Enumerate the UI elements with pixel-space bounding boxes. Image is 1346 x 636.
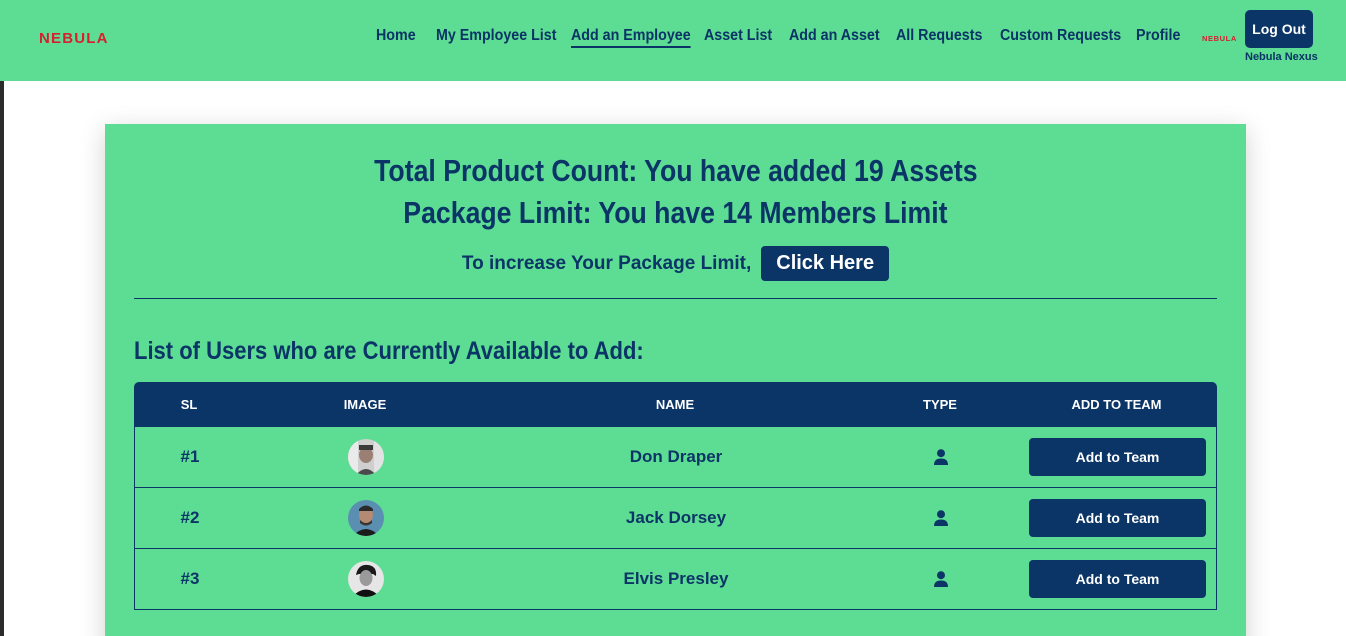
type-cell [865,427,1017,487]
product-count-text: Total Product Count: You have added 19 A… [373,153,978,188]
user-icon [934,510,948,526]
user-name: Jack Dorsey [625,508,727,527]
table-header: SL IMAGE NAME TYPE ADD TO TEAM [134,382,1217,427]
avatar-cell [245,549,487,609]
type-cell [865,549,1017,609]
row-serial: #2 [180,508,200,527]
avatar [348,439,384,475]
add-cell: Add to Team [1017,427,1218,487]
add-to-team-button[interactable]: Add to Team [1029,499,1206,537]
window-edge [0,0,4,636]
row-serial: #1 [180,447,200,466]
avatar-cell [245,427,487,487]
column-header-name: NAME [655,397,695,412]
user-icon [934,571,948,587]
logout-button[interactable]: Log Out [1245,10,1313,48]
add-cell: Add to Team [1017,488,1218,548]
users-section-title: List of Users who are Currently Availabl… [134,337,644,365]
avatar [348,500,384,536]
add-to-team-button[interactable]: Add to Team [1029,560,1206,598]
avatar [348,561,384,597]
click-here-button[interactable]: Click Here [761,246,890,281]
table-row: #3 Elvis Presley Add to Team [134,549,1217,610]
table-row: #1 Don Draper Add to Team [134,427,1217,488]
row-serial: #3 [180,569,200,588]
column-header-add-to-team: ADD TO TEAM [1071,397,1162,412]
users-table: SL IMAGE NAME TYPE ADD TO TEAM #1 Don Dr… [134,382,1217,610]
user-icon [934,449,948,465]
nav-links: Home My Employee List Add an Employee As… [0,27,1346,53]
user-name: Don Draper [629,447,723,466]
main-card: Total Product Count: You have added 19 A… [105,124,1246,636]
nav-link-add-an-employee[interactable]: Add an Employee [571,27,691,48]
column-header-sl: SL [180,397,198,412]
page: NEBULA Home My Employee List Add an Empl… [0,0,1346,636]
nav-link-add-an-asset[interactable]: Add an Asset [789,27,880,45]
package-limit-text: Package Limit: You have 14 Members Limit [403,195,948,230]
company-name: Nebula Nexus [1245,51,1318,63]
column-header-type: TYPE [923,397,957,412]
user-name: Elvis Presley [623,569,729,588]
add-cell: Add to Team [1017,549,1218,609]
product-count-heading: Total Product Count: You have added 19 A… [105,153,1246,189]
package-limit-heading: Package Limit: You have 14 Members Limit [105,195,1246,231]
divider [134,298,1217,299]
column-header-image: IMAGE [343,397,387,412]
nav-link-my-employee-list[interactable]: My Employee List [436,27,556,45]
add-to-team-button[interactable]: Add to Team [1029,438,1206,476]
nav-link-asset-list[interactable]: Asset List [704,27,772,45]
nav-link-profile[interactable]: Profile [1136,27,1180,45]
nav-link-custom-requests[interactable]: Custom Requests [1000,27,1121,45]
nav-link-home[interactable]: Home [376,27,416,45]
type-cell [865,488,1017,548]
increase-limit-row: To increase Your Package Limit, Click He… [105,246,1246,281]
navbar: NEBULA Home My Employee List Add an Empl… [0,0,1346,81]
increase-limit-text: To increase Your Package Limit, [461,252,752,274]
avatar-cell [245,488,487,548]
company-logo: NEBULA [1202,34,1237,43]
table-row: #2 Jack Dorsey Add to Team [134,488,1217,549]
nav-link-all-requests[interactable]: All Requests [896,27,982,45]
